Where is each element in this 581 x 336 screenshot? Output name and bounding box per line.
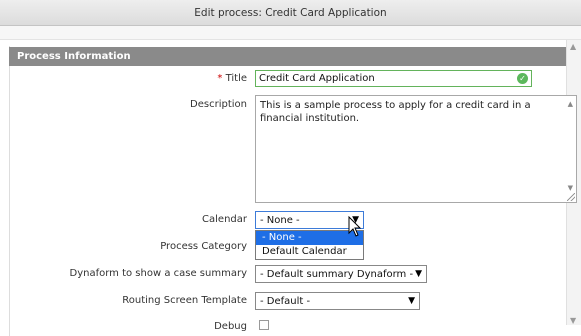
- debug-label: Debug: [214, 321, 247, 332]
- check-circle-icon: ✓: [517, 73, 528, 84]
- panel-header: Process Information: [9, 47, 571, 66]
- title-label-text: Title: [225, 73, 247, 84]
- title-value: Credit Card Application: [259, 73, 375, 84]
- calendar-label: Calendar: [202, 214, 247, 225]
- required-mark: *: [217, 73, 223, 84]
- scroll-up-icon[interactable]: ▲: [570, 42, 576, 51]
- dynaform-summary-label: Dynaform to show a case summary: [69, 268, 247, 279]
- title-label: * Title: [7, 73, 247, 84]
- calendar-selected: - None -: [260, 215, 300, 226]
- description-value: This is a sample process to apply for a …: [260, 100, 531, 124]
- scroll-down-icon[interactable]: ▼: [570, 316, 576, 325]
- routing-template-selected: - Default -: [260, 296, 311, 307]
- routing-template-label: Routing Screen Template: [122, 295, 247, 306]
- mouse-pointer-icon: [348, 216, 362, 237]
- window-title: Edit process: Credit Card Application: [0, 0, 581, 26]
- calendar-option[interactable]: - None -: [256, 231, 363, 245]
- process-category-label: Process Category: [160, 241, 247, 252]
- dynaform-summary-selected: - Default summary Dynaform -: [260, 269, 414, 280]
- dropdown-arrow-icon: ▼: [408, 296, 415, 306]
- calendar-option[interactable]: Default Calendar: [256, 245, 363, 259]
- description-textarea[interactable]: This is a sample process to apply for a …: [255, 95, 577, 203]
- debug-checkbox[interactable]: [259, 320, 269, 330]
- description-label: Description: [190, 99, 247, 110]
- dynaform-summary-select[interactable]: - Default summary Dynaform - ▼: [255, 265, 427, 283]
- resize-handle-icon[interactable]: [567, 193, 575, 201]
- title-input[interactable]: Credit Card Application ✓: [255, 70, 532, 87]
- toolbar-strip: [0, 26, 581, 40]
- dropdown-arrow-icon: ▼: [415, 269, 422, 279]
- routing-template-select[interactable]: - Default - ▼: [255, 292, 420, 310]
- textarea-scroll-up-icon[interactable]: ▲: [568, 98, 573, 111]
